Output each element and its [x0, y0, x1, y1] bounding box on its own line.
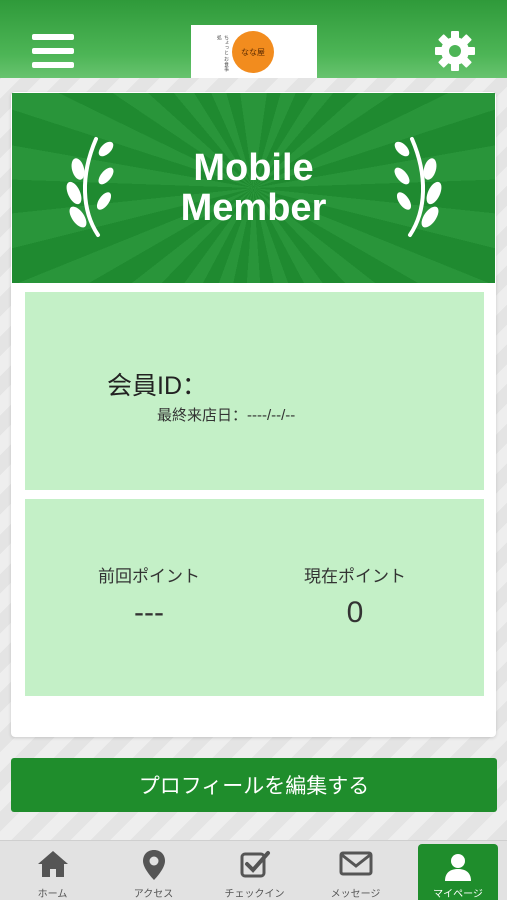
nav-label-message: メッセージ	[330, 889, 381, 900]
points-panel: 前回ポイント --- 現在ポイント 0	[25, 499, 484, 696]
previous-points-label: 前回ポイント	[98, 567, 200, 586]
member-id-label: 会員ID：	[107, 372, 208, 400]
nav-item-access[interactable]: アクセス	[103, 841, 204, 900]
member-card: Mobile Member 会員ID： 最終来店日：----/--/-- 前回ポ…	[11, 92, 496, 737]
edit-profile-button[interactable]: プロフィールを編集する	[11, 758, 497, 812]
last-visit-date: 最終来店日：----/--/--	[157, 407, 296, 424]
checkbox-icon	[240, 851, 270, 878]
nav-item-checkin[interactable]: チェックイン	[204, 841, 305, 900]
nav-label-home: ホーム	[37, 889, 68, 900]
nav-label-mypage: マイページ	[433, 889, 483, 900]
laurel-right-icon	[394, 137, 442, 237]
nav-label-access: アクセス	[133, 889, 174, 900]
bottom-nav: ホーム アクセス チェックイン メッセージ マイページ	[0, 840, 507, 900]
mobile-member-banner: Mobile Member	[12, 93, 495, 283]
member-id-panel: 会員ID： 最終来店日：----/--/--	[25, 292, 484, 490]
user-icon	[445, 854, 471, 881]
home-icon	[37, 851, 68, 877]
logo-subtext: ちょっと お食事処	[216, 35, 229, 72]
map-pin-icon	[142, 850, 165, 880]
shop-logo: ちょっと お食事処 なな屋	[191, 25, 317, 78]
gear-icon[interactable]	[434, 30, 476, 72]
nav-item-mypage[interactable]: マイページ	[418, 844, 498, 900]
nav-item-home[interactable]: ホーム	[2, 841, 103, 900]
logo-text: なな屋	[241, 47, 265, 57]
nav-label-checkin: チェックイン	[224, 889, 285, 900]
hamburger-menu-icon[interactable]	[32, 34, 74, 70]
previous-points-value: ---	[134, 596, 164, 629]
logo-mark: ちょっと お食事処 なな屋	[216, 31, 274, 73]
nav-item-message[interactable]: メッセージ	[305, 841, 406, 900]
current-points-label: 現在ポイント	[304, 567, 406, 586]
app-header: ちょっと お食事処 なな屋	[0, 0, 507, 78]
current-points-value: 0	[346, 596, 364, 629]
envelope-icon	[339, 851, 372, 876]
